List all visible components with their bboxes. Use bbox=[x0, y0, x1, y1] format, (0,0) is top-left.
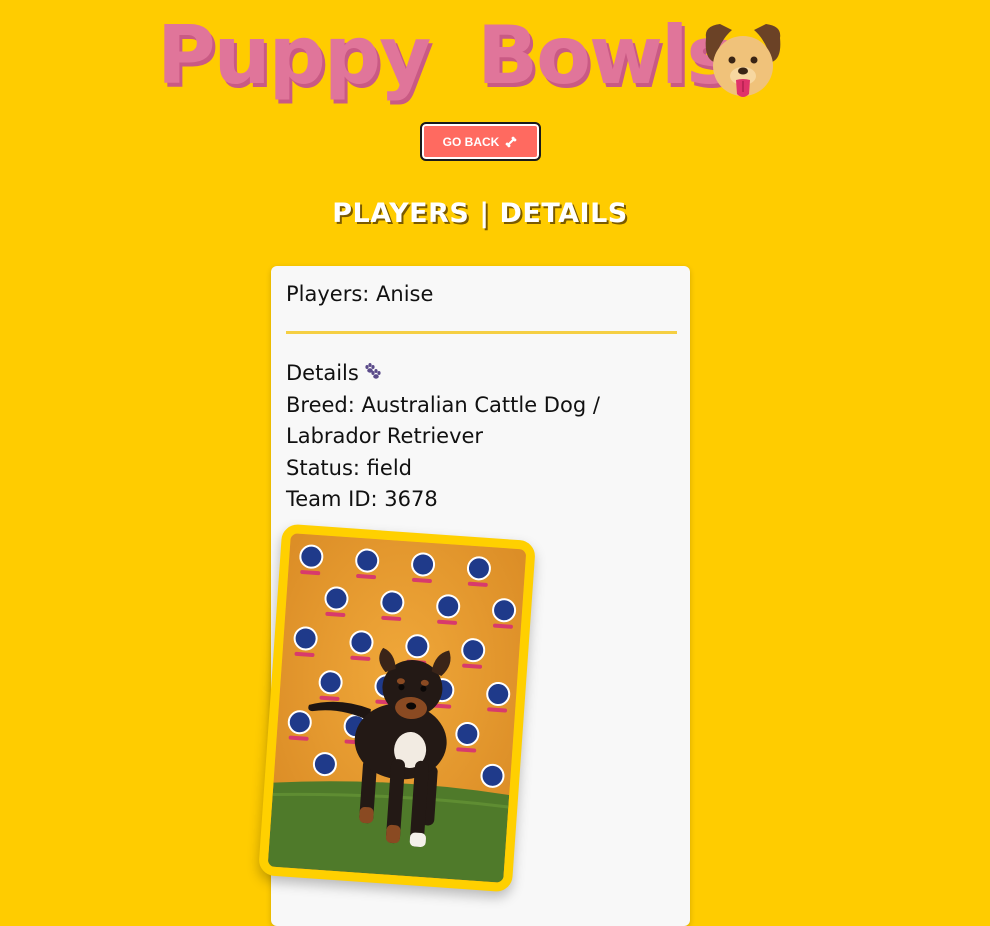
breed-text: Breed: Australian Cattle Dog / Labrador … bbox=[286, 392, 600, 449]
details-label: Details bbox=[286, 361, 359, 385]
details-section: Details Breed: Australian Cattle Dog / L… bbox=[286, 358, 666, 516]
divider bbox=[286, 331, 677, 334]
bone-icon bbox=[506, 136, 517, 147]
details-heading: Details bbox=[286, 358, 666, 390]
status-text: Status: field bbox=[286, 455, 412, 480]
team-id-text: Team ID: 3678 bbox=[286, 487, 438, 511]
paw-prints-icon bbox=[365, 363, 381, 379]
go-back-label: GO BACK bbox=[442, 134, 500, 149]
go-back-button[interactable]: GO BACK bbox=[420, 122, 541, 161]
app-title: Puppy Bowls bbox=[157, 9, 734, 102]
puppy-photo bbox=[258, 523, 536, 893]
puppy-photo-image bbox=[267, 533, 527, 883]
header: Puppy Bowls bbox=[155, 6, 795, 116]
section-heading: PLAYERS | DETAILS bbox=[332, 198, 628, 229]
dog-face-icon bbox=[705, 24, 781, 97]
player-name-title: Players: Anise bbox=[286, 282, 434, 306]
